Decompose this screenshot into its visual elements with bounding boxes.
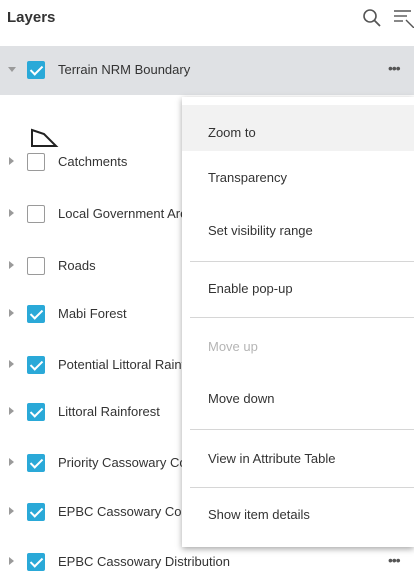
more-options-icon[interactable]: ••• — [388, 60, 401, 76]
menu-item-label: Move down — [208, 391, 275, 406]
layer-label: Littoral Rainforest — [58, 404, 160, 419]
menu-item-transparency[interactable]: Transparency — [182, 155, 414, 201]
panel-title: Layers — [7, 9, 56, 26]
layer-label: Catchments — [58, 154, 128, 169]
layer-visibility-checkbox[interactable] — [27, 205, 45, 223]
layer-row-terrain-nrm-boundary[interactable]: Terrain NRM Boundary ••• — [0, 46, 414, 95]
expand-caret-icon[interactable] — [9, 407, 14, 415]
expand-caret-icon[interactable] — [9, 507, 14, 515]
layer-label: Terrain NRM Boundary — [58, 62, 191, 77]
layer-visibility-checkbox[interactable] — [27, 61, 45, 79]
menu-divider — [190, 317, 414, 318]
layer-label: Local Government Areas — [58, 206, 202, 221]
expand-caret-icon[interactable] — [9, 157, 14, 165]
expand-caret-icon[interactable] — [9, 309, 14, 317]
menu-item-view-attribute-table[interactable]: View in Attribute Table — [182, 437, 414, 483]
layer-visibility-checkbox[interactable] — [27, 257, 45, 275]
expand-caret-icon[interactable] — [9, 557, 14, 565]
search-icon[interactable] — [362, 8, 382, 28]
more-options-icon[interactable]: ••• — [388, 552, 401, 568]
menu-item-show-item-details[interactable]: Show item details — [182, 493, 414, 539]
menu-item-label: Set visibility range — [208, 223, 313, 238]
menu-item-set-visibility-range[interactable]: Set visibility range — [182, 207, 414, 253]
filter-list-icon[interactable] — [393, 6, 414, 28]
layer-visibility-checkbox[interactable] — [27, 153, 45, 171]
menu-divider — [190, 487, 414, 488]
layer-label: Mabi Forest — [58, 306, 127, 321]
layer-visibility-checkbox[interactable] — [27, 356, 45, 374]
expand-caret-icon[interactable] — [9, 261, 14, 269]
menu-item-label: Zoom to — [208, 125, 256, 140]
menu-item-move-up: Move up — [182, 325, 414, 371]
layer-visibility-checkbox[interactable] — [27, 305, 45, 323]
layer-context-menu: Zoom to Transparency Set visibility rang… — [182, 97, 414, 547]
menu-item-label: Move up — [208, 339, 258, 354]
layer-visibility-checkbox[interactable] — [27, 454, 45, 472]
expand-caret-icon[interactable] — [9, 360, 14, 368]
collapse-caret-icon[interactable] — [8, 67, 16, 72]
menu-divider — [190, 429, 414, 430]
menu-item-zoom-to[interactable]: Zoom to — [182, 105, 414, 151]
menu-item-label: Transparency — [208, 170, 287, 185]
menu-item-label: View in Attribute Table — [208, 451, 336, 466]
layer-label: EPBC Cassowary Distribution — [58, 554, 230, 569]
expand-caret-icon[interactable] — [9, 458, 14, 466]
menu-item-move-down[interactable]: Move down — [182, 377, 414, 423]
menu-item-label: Show item details — [208, 507, 310, 522]
menu-item-enable-popup[interactable]: Enable pop-up — [182, 267, 414, 313]
layer-label: Roads — [58, 258, 96, 273]
menu-item-label: Enable pop-up — [208, 281, 293, 296]
layers-panel-header: Layers — [0, 0, 414, 36]
expand-caret-icon[interactable] — [9, 209, 14, 217]
layer-visibility-checkbox[interactable] — [27, 503, 45, 521]
layer-visibility-checkbox[interactable] — [27, 553, 45, 571]
menu-divider — [190, 261, 414, 262]
layer-visibility-checkbox[interactable] — [27, 403, 45, 421]
